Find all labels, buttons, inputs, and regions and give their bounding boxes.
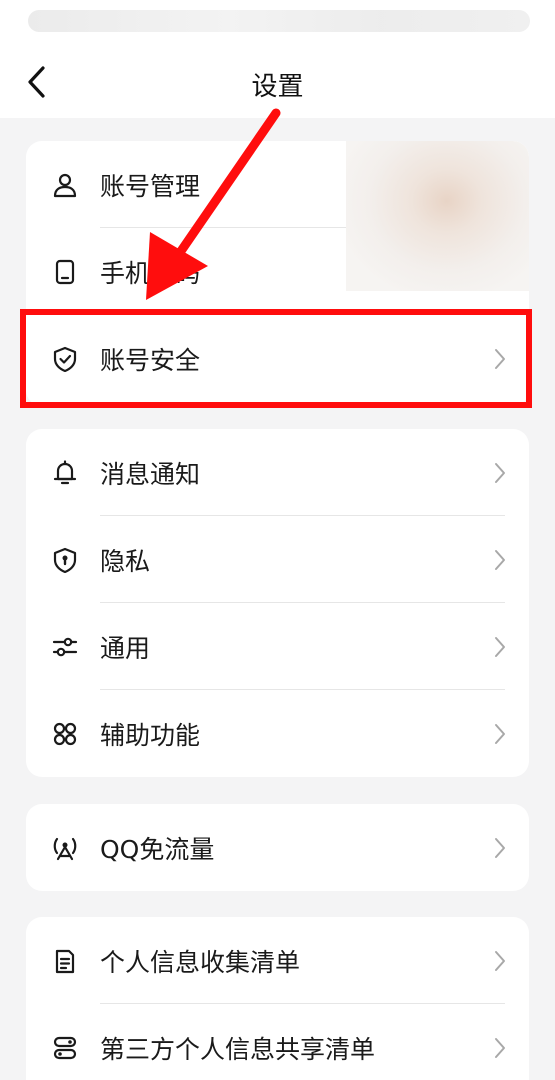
settings-item-label: 手机号码 xyxy=(100,258,201,288)
settings-item-label: 辅助功能 xyxy=(100,720,201,750)
settings-item-label: 消息通知 xyxy=(100,459,201,489)
settings-item-label: 个人信息收集清单 xyxy=(100,947,301,977)
bell-icon xyxy=(52,459,78,486)
share-list-icon xyxy=(52,1035,78,1061)
highlight-box xyxy=(20,309,532,408)
signal-tower-icon xyxy=(52,835,78,861)
chevron-right-icon xyxy=(495,549,505,570)
chevron-right-icon xyxy=(495,462,505,483)
chevron-right-icon xyxy=(495,837,505,858)
page-title: 设置 xyxy=(251,72,304,102)
settings-item-label: 隐私 xyxy=(100,546,151,576)
personal-info-group: 个人信息收集清单 第三方个人信息共享清单 xyxy=(26,917,529,1080)
nav-bar: 设置 xyxy=(0,46,555,118)
status-bar-blurred xyxy=(28,10,530,32)
settings-item-label: 账号管理 xyxy=(100,171,201,201)
settings-item-label: 第三方个人信息共享清单 xyxy=(100,1034,376,1064)
phone-icon xyxy=(52,259,78,285)
chevron-right-icon xyxy=(495,636,505,657)
settings-item-phone-number[interactable]: 手机号码 xyxy=(26,228,529,315)
status-bar xyxy=(0,0,555,46)
settings-item-account-management[interactable]: 账号管理 xyxy=(26,141,529,228)
apps-grid-icon xyxy=(52,721,78,747)
settings-item-label: QQ免流量 xyxy=(100,834,215,864)
settings-item-general[interactable]: 通用 xyxy=(26,603,529,690)
settings-item-third-party-sharing-list[interactable]: 第三方个人信息共享清单 xyxy=(26,1004,529,1080)
settings-item-notifications[interactable]: 消息通知 xyxy=(26,429,529,516)
document-icon xyxy=(52,948,78,974)
chevron-right-icon xyxy=(495,723,505,744)
data-group: QQ免流量 xyxy=(26,804,529,891)
person-icon xyxy=(52,172,78,198)
settings-item-info-collection-list[interactable]: 个人信息收集清单 xyxy=(26,917,529,1004)
settings-item-accessibility[interactable]: 辅助功能 xyxy=(26,690,529,777)
chevron-right-icon xyxy=(495,950,505,971)
chevron-right-icon xyxy=(495,1037,505,1058)
settings-item-qq-free-data[interactable]: QQ免流量 xyxy=(26,804,529,891)
general-group: 消息通知 隐私 通用 辅助功能 xyxy=(26,429,529,777)
settings-item-privacy[interactable]: 隐私 xyxy=(26,516,529,603)
privacy-shield-icon xyxy=(52,547,78,573)
sliders-icon xyxy=(52,634,78,660)
settings-item-label: 通用 xyxy=(100,633,151,663)
